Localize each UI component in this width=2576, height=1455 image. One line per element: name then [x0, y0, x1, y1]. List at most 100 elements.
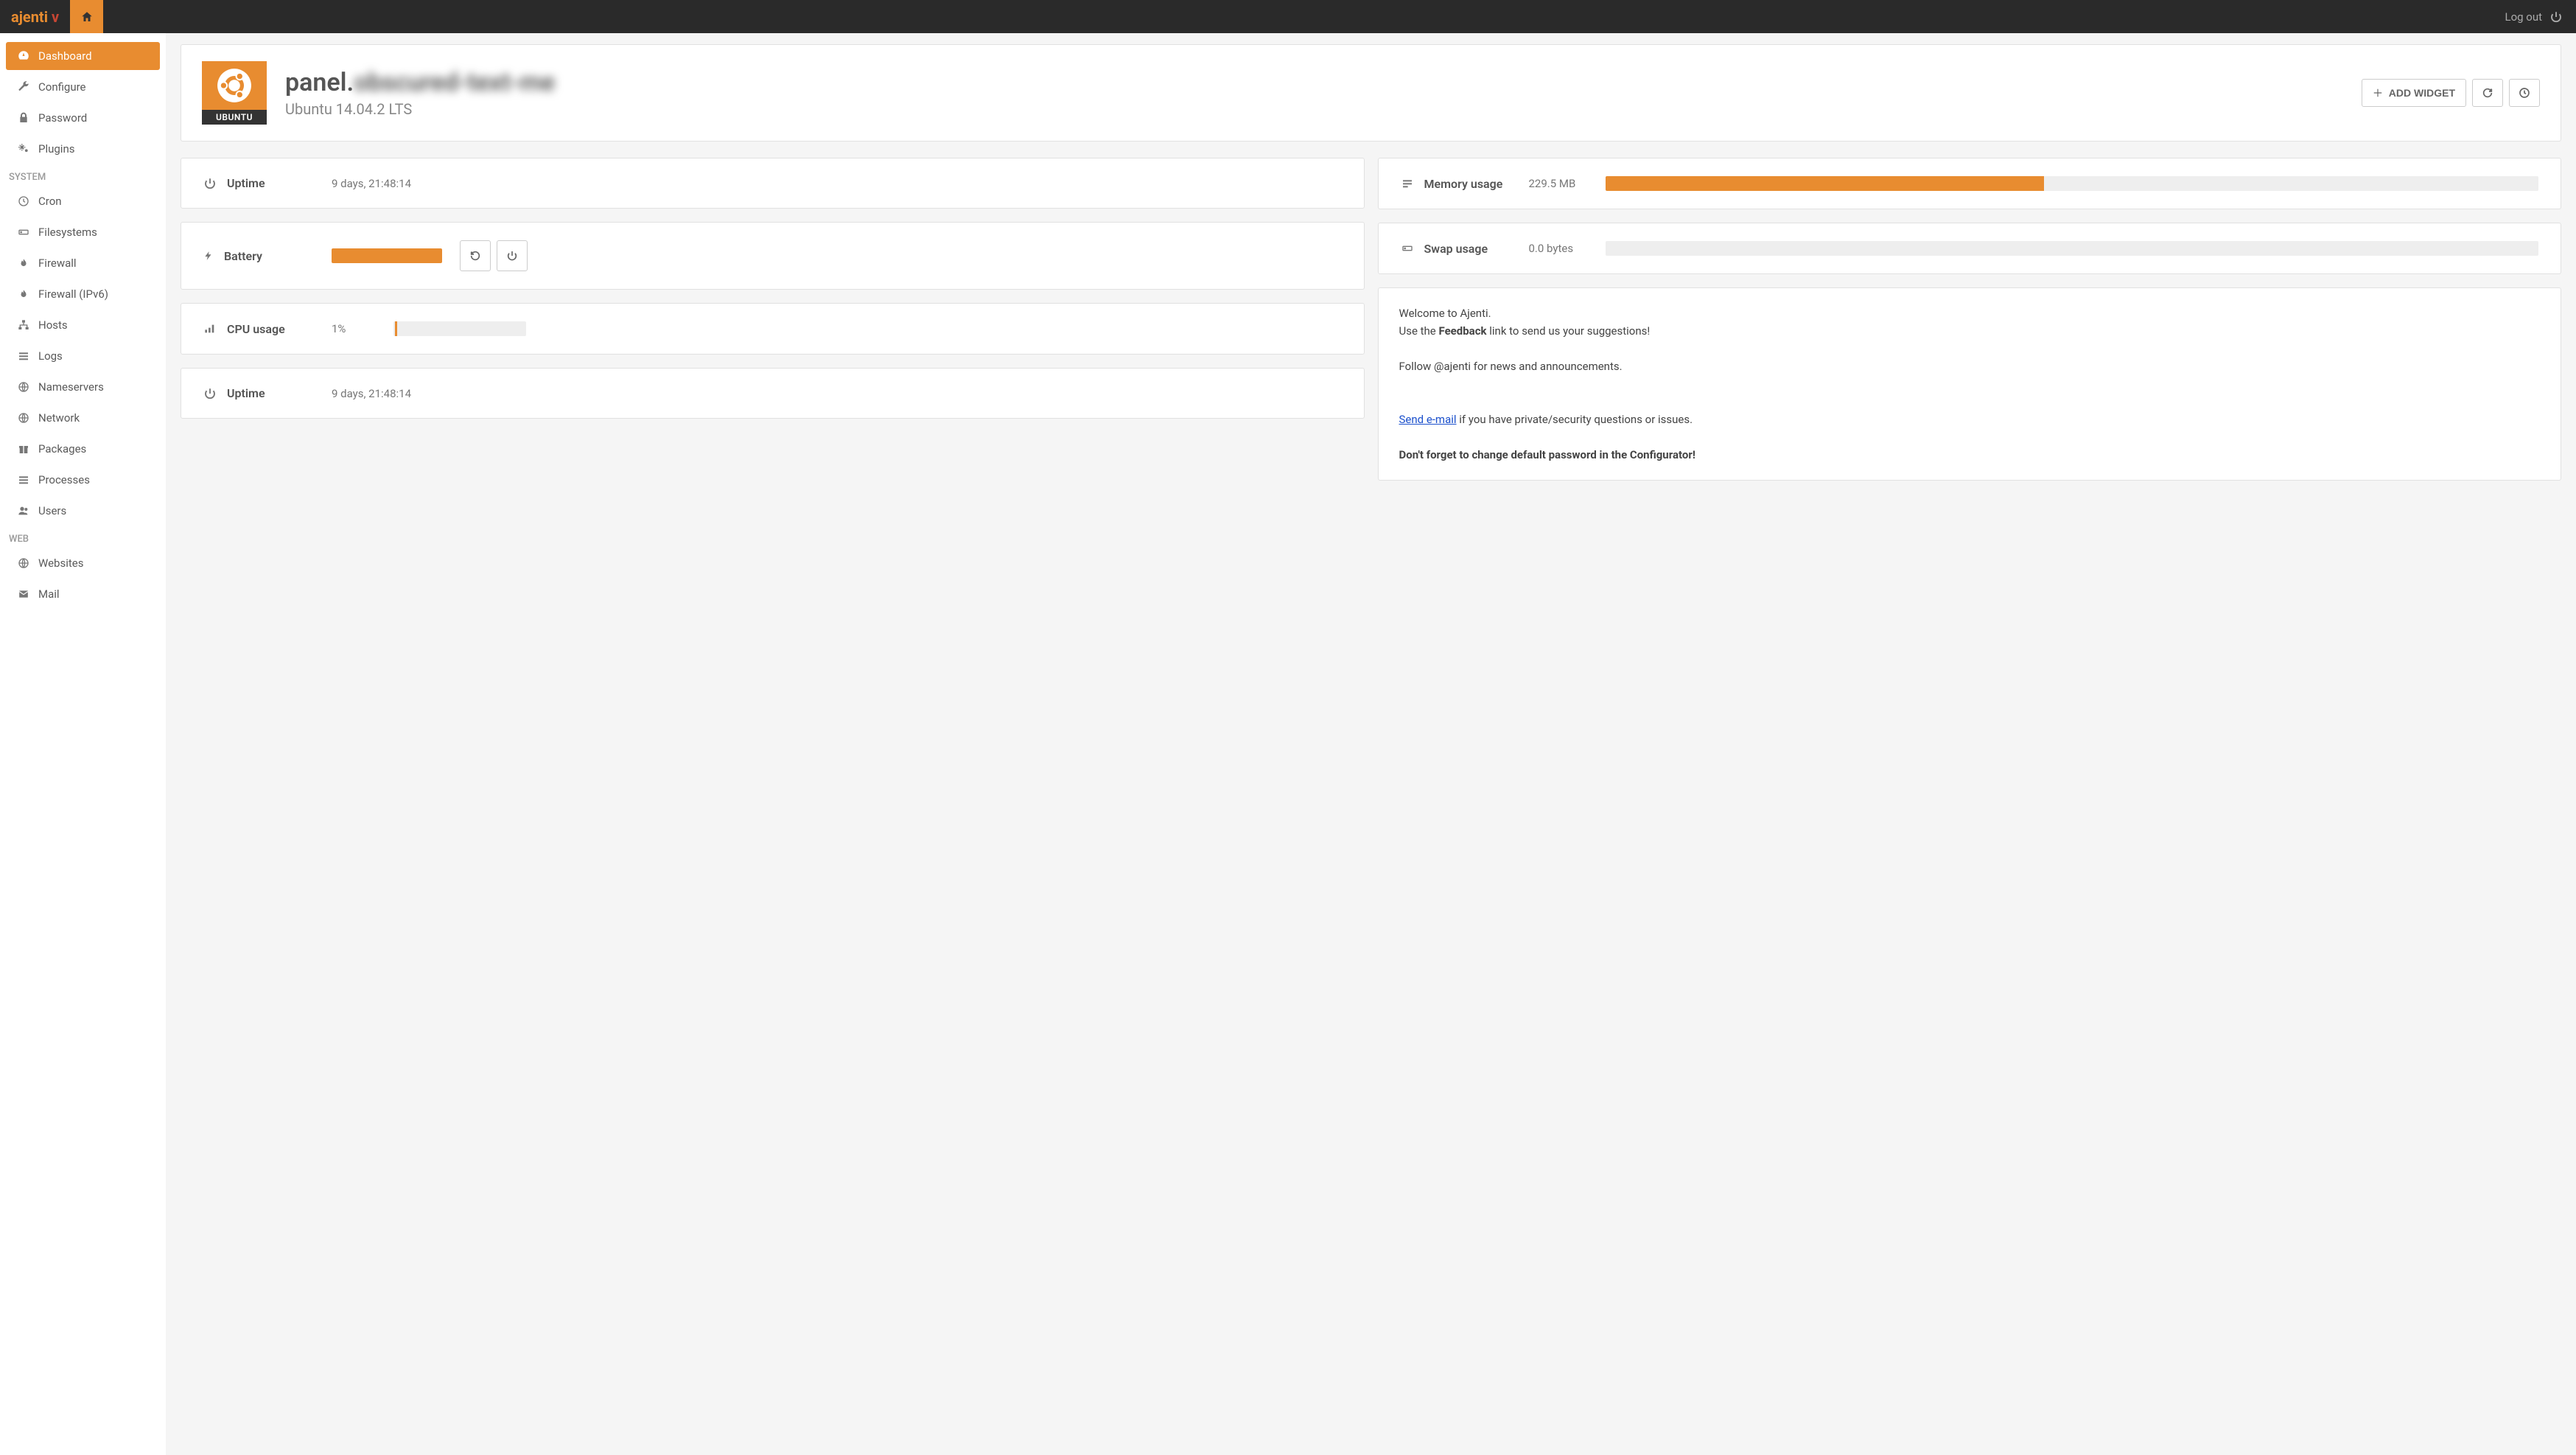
widget-memory: Memory usage 229.5 MB [1378, 158, 2562, 209]
sidebar-item-network[interactable]: Network [6, 404, 160, 432]
sidebar-label: Firewall (IPv6) [38, 287, 108, 301]
wrench-icon [16, 80, 31, 94]
cpu-progress [393, 321, 526, 336]
fire-icon [16, 257, 31, 269]
sidebar-label: Hosts [38, 318, 68, 332]
sidebar-item-users[interactable]: Users [6, 497, 160, 525]
welcome-line2: Use the Feedback link to send us your su… [1399, 322, 2541, 340]
sidebar-label: Plugins [38, 142, 74, 156]
sidebar-label: Password [38, 111, 87, 125]
sidebar-item-configure[interactable]: Configure [6, 73, 160, 101]
sidebar-section-system: SYSTEM [0, 166, 166, 187]
add-widget-button[interactable]: ADD WIDGET [2362, 79, 2466, 107]
sidebar-label: Processes [38, 473, 90, 486]
widget-label: Uptime [227, 176, 265, 190]
memory-bar [1606, 176, 2044, 191]
refresh-button[interactable] [2472, 79, 2503, 107]
widget-cpu: CPU usage 1% [181, 303, 1365, 355]
welcome-line1: Welcome to Ajenti. [1399, 304, 2541, 322]
memory-icon [1401, 178, 1414, 189]
gauge-icon [16, 49, 31, 63]
power-icon [203, 177, 217, 190]
logo-text-v: v [48, 8, 59, 26]
history-button[interactable] [2509, 79, 2540, 107]
power-icon [506, 250, 518, 262]
sidebar-item-websites[interactable]: Websites [6, 549, 160, 577]
clock-icon [2519, 87, 2530, 99]
sidebar-label: Mail [38, 587, 60, 601]
sidebar-label: Cron [38, 195, 62, 208]
cpu-tick [395, 321, 397, 336]
os-version: Ubuntu 14.04.2 LTS [285, 100, 2343, 118]
undo-icon [469, 250, 481, 262]
os-badge: UBUNTU [202, 61, 267, 125]
memory-progress [1606, 176, 2539, 191]
cpu-value: 1% [332, 322, 376, 335]
welcome-line4: Send e-mail if you have private/security… [1399, 411, 2541, 428]
welcome-line3: Follow @ajenti for news and announcement… [1399, 357, 2541, 375]
sidebar-section-web: WEB [0, 528, 166, 549]
sidebar-label: Configure [38, 80, 86, 94]
logo-text-a: ajenti [11, 8, 48, 26]
sidebar-item-firewall-ipv6[interactable]: Firewall (IPv6) [6, 280, 160, 308]
widget-swap: Swap usage 0.0 bytes [1378, 223, 2562, 274]
mail-icon [16, 589, 31, 599]
sidebar-item-mail[interactable]: Mail [6, 580, 160, 608]
hdd-icon [1401, 242, 1414, 254]
sidebar-item-logs[interactable]: Logs [6, 342, 160, 370]
list-icon [16, 474, 31, 486]
sidebar-label: Filesystems [38, 226, 97, 239]
globe-icon [16, 412, 31, 424]
bolt-icon [203, 249, 214, 262]
logout-button[interactable]: Log out [2491, 10, 2576, 24]
sidebar-label: Network [38, 411, 80, 425]
refresh-icon [2482, 87, 2493, 99]
app-logo: ajenti v [0, 8, 70, 26]
sidebar-label: Nameservers [38, 380, 104, 394]
sidebar-item-firewall[interactable]: Firewall [6, 249, 160, 277]
battery-power-button[interactable] [497, 240, 528, 271]
sidebar-item-cron[interactable]: Cron [6, 187, 160, 215]
sidebar-item-processes[interactable]: Processes [6, 466, 160, 494]
widget-uptime: Uptime 9 days, 21:48:14 [181, 158, 1365, 209]
sidebar-label: Firewall [38, 257, 77, 270]
sidebar-item-packages[interactable]: Packages [6, 435, 160, 463]
sidebar-item-dashboard[interactable]: Dashboard [6, 42, 160, 70]
sidebar-label: Dashboard [38, 49, 92, 63]
welcome-panel: Welcome to Ajenti. Use the Feedback link… [1378, 287, 2562, 481]
power-icon [2549, 10, 2563, 24]
home-icon [80, 10, 94, 24]
sidebar-label: Users [38, 504, 66, 517]
content-area: UBUNTU panel.obscured-text-me Ubuntu 14.… [166, 33, 2576, 1455]
send-email-link[interactable]: Send e-mail [1399, 413, 1457, 426]
uptime-value: 9 days, 21:48:14 [332, 387, 420, 400]
globe-icon [16, 381, 31, 393]
widget-label: CPU usage [227, 322, 285, 336]
uptime-value: 9 days, 21:48:14 [332, 177, 420, 190]
topbar: ajenti v Log out [0, 0, 2576, 33]
widget-label: Uptime [227, 386, 265, 400]
sidebar-item-filesystems[interactable]: Filesystems [6, 218, 160, 246]
widget-battery: Battery [181, 222, 1365, 290]
battery-restart-button[interactable] [460, 240, 491, 271]
gift-icon [16, 443, 31, 455]
home-button[interactable] [70, 0, 103, 33]
hostname: panel.obscured-text-me [285, 68, 2343, 97]
sidebar-item-password[interactable]: Password [6, 104, 160, 132]
clock-icon [16, 195, 31, 207]
sidebar-item-hosts[interactable]: Hosts [6, 311, 160, 339]
sidebar-item-nameservers[interactable]: Nameservers [6, 373, 160, 401]
logout-label: Log out [2505, 10, 2542, 24]
list-icon [16, 350, 31, 362]
welcome-line5: Don't forget to change default password … [1399, 446, 2541, 464]
widget-label: Memory usage [1424, 177, 1503, 191]
widget-label: Swap usage [1424, 242, 1488, 256]
lock-icon [16, 112, 31, 124]
battery-progress [332, 248, 442, 263]
swap-value: 0.0 bytes [1529, 242, 1588, 255]
fire-icon [16, 288, 31, 300]
hdd-icon [16, 226, 31, 238]
memory-value: 229.5 MB [1529, 177, 1588, 190]
sidebar-item-plugins[interactable]: Plugins [6, 135, 160, 163]
sidebar-label: Websites [38, 556, 83, 570]
